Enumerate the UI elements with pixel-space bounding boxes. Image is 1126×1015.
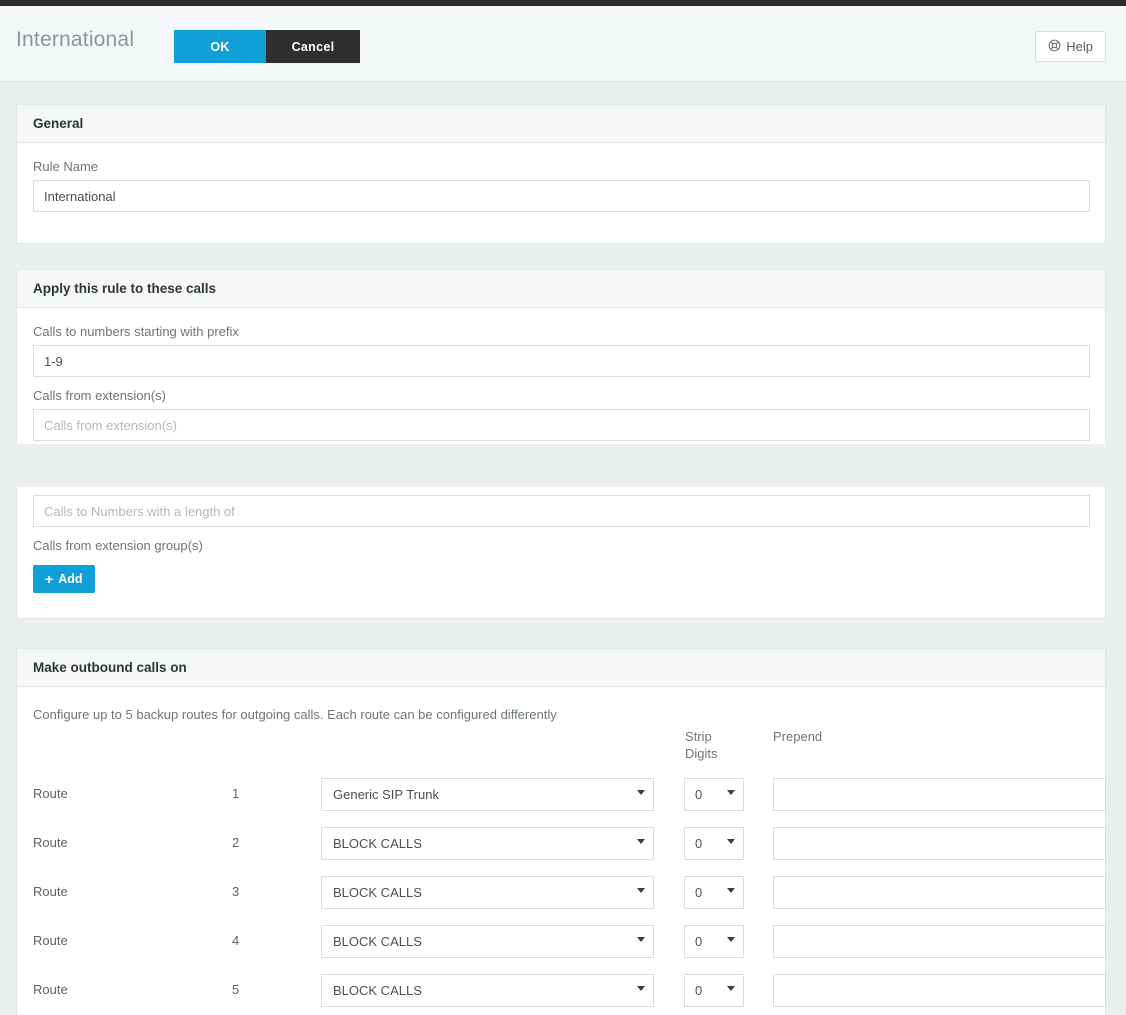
strip-digits-select[interactable]: 0 <box>684 974 744 1007</box>
help-button[interactable]: Help <box>1035 31 1106 62</box>
general-panel-body: Rule Name <box>17 143 1105 228</box>
routes-table: Strip Digits Prepend Route 1 Generic SIP… <box>33 728 1106 1015</box>
strip-digits-select[interactable]: 0 <box>684 876 744 909</box>
route-label: Route <box>33 884 68 899</box>
apply-rule-panel-body: Calls to numbers starting with prefix Ca… <box>17 308 1105 444</box>
ok-button[interactable]: OK <box>174 30 266 63</box>
prepend-input[interactable] <box>773 827 1106 860</box>
route-trunk-select[interactable]: BLOCK CALLS <box>321 827 654 860</box>
route-number: 1 <box>232 786 240 801</box>
calls-from-extension-label: Calls from extension(s) <box>33 388 166 403</box>
outbound-panel-header: Make outbound calls on <box>17 649 1105 687</box>
strip-digits-line2: Digits <box>685 746 718 761</box>
outbound-rule-page: International OK Cancel Help General Rul… <box>0 0 1126 1015</box>
table-row: Route 3 BLOCK CALLS 0 <box>33 870 1106 919</box>
outbound-panel: Make outbound calls on Configure up to 5… <box>16 648 1106 1015</box>
strip-digits-select[interactable]: 0 <box>684 778 744 811</box>
scroll-seam <box>0 444 1126 487</box>
rule-name-label: Rule Name <box>33 159 99 174</box>
route-trunk-select[interactable]: BLOCK CALLS <box>321 974 654 1007</box>
route-trunk-select[interactable]: Generic SIP Trunk <box>321 778 654 811</box>
calls-length-input[interactable] <box>33 495 1090 527</box>
general-panel: General Rule Name <box>16 104 1106 244</box>
apply-rule-panel-title: Apply this rule to these calls <box>33 281 217 296</box>
table-row: Route 4 BLOCK CALLS 0 <box>33 919 1106 968</box>
prepend-input[interactable] <box>773 925 1106 958</box>
table-row: Route 1 Generic SIP Trunk 0 <box>33 772 1106 821</box>
general-panel-header: General <box>17 105 1105 143</box>
apply-rule-panel: Apply this rule to these calls Calls to … <box>16 269 1106 444</box>
column-header-strip-digits: Strip Digits <box>685 728 745 762</box>
extension-group-label: Calls from extension group(s) <box>33 538 203 553</box>
prefix-input[interactable] <box>33 345 1090 377</box>
route-label: Route <box>33 982 68 997</box>
page-title: International <box>16 28 135 51</box>
strip-digits-line1: Strip <box>685 729 712 744</box>
route-number: 5 <box>232 982 240 997</box>
rule-name-input[interactable] <box>33 180 1090 212</box>
prepend-input[interactable] <box>773 974 1106 1007</box>
cancel-button[interactable]: Cancel <box>266 30 360 63</box>
prepend-input[interactable] <box>773 778 1106 811</box>
table-row: Route 2 BLOCK CALLS 0 <box>33 821 1106 870</box>
column-header-prepend: Prepend <box>773 729 823 744</box>
help-button-label: Help <box>1066 39 1093 54</box>
outbound-panel-title: Make outbound calls on <box>33 660 187 675</box>
apply-rule-panel-header: Apply this rule to these calls <box>17 270 1105 308</box>
apply-rule-continued-body: Calls from extension group(s) + Add <box>17 487 1105 609</box>
page-header: International OK Cancel Help <box>0 6 1126 82</box>
outbound-description: Configure up to 5 backup routes for outg… <box>33 707 557 722</box>
plus-icon: + <box>45 571 54 587</box>
prepend-input[interactable] <box>773 876 1106 909</box>
add-extension-group-button[interactable]: + Add <box>33 565 95 593</box>
route-number: 3 <box>232 884 240 899</box>
strip-digits-select[interactable]: 0 <box>684 925 744 958</box>
route-label: Route <box>33 933 68 948</box>
route-trunk-select[interactable]: BLOCK CALLS <box>321 876 654 909</box>
lifering-icon <box>1048 39 1061 55</box>
general-panel-title: General <box>33 116 84 131</box>
route-number: 2 <box>232 835 240 850</box>
route-label: Route <box>33 835 68 850</box>
prefix-label: Calls to numbers starting with prefix <box>33 324 239 339</box>
add-button-label: Add <box>58 572 83 586</box>
route-label: Route <box>33 786 68 801</box>
strip-digits-select[interactable]: 0 <box>684 827 744 860</box>
apply-rule-panel-continued: Calls from extension group(s) + Add <box>16 487 1106 619</box>
table-row: Route 5 BLOCK CALLS 0 <box>33 968 1106 1015</box>
outbound-panel-body: Configure up to 5 backup routes for outg… <box>17 687 1106 1015</box>
calls-from-extension-input[interactable] <box>33 409 1090 441</box>
routes-header-spacer <box>33 728 1089 772</box>
route-number: 4 <box>232 933 240 948</box>
route-trunk-select[interactable]: BLOCK CALLS <box>321 925 654 958</box>
